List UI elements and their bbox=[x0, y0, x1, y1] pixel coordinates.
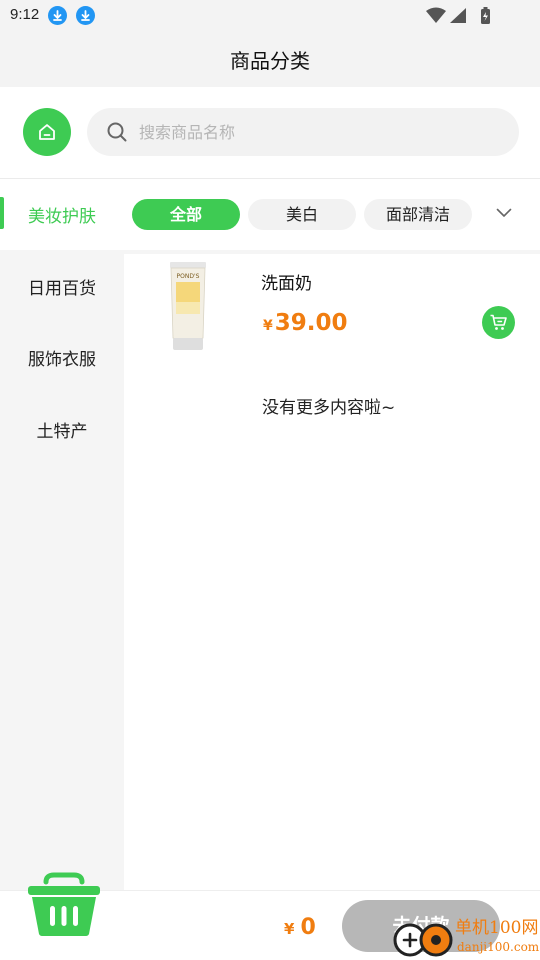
filter-chip-all[interactable]: 全部 bbox=[132, 199, 240, 230]
system-status-icons bbox=[426, 7, 490, 24]
filter-chip-whitening[interactable]: 美白 bbox=[248, 199, 356, 230]
status-time: 9:12 bbox=[10, 6, 40, 23]
category-row: 美妆护肤 全部 美白 面部清洁 bbox=[0, 180, 540, 250]
filter-chip-face-cleansing[interactable]: 面部清洁 bbox=[364, 199, 472, 230]
search-icon bbox=[107, 122, 127, 142]
app-page: 9:12 商品分类 搜索商品名称 美妆护肤 全部 美白 面部清洁 日用百货 服饰… bbox=[0, 0, 540, 960]
product-image[interactable]: POND'S bbox=[168, 262, 208, 350]
product-price: ¥39.00 bbox=[263, 310, 348, 336]
currency-symbol: ¥ bbox=[263, 318, 273, 334]
product-name[interactable]: 洗面奶 bbox=[261, 269, 312, 294]
cart-total: ¥0 bbox=[284, 915, 316, 940]
status-bar: 9:12 bbox=[0, 0, 540, 32]
add-to-cart-button[interactable] bbox=[482, 306, 515, 339]
watermark-logo-icon bbox=[393, 923, 453, 957]
watermark-text: 单机100网 bbox=[455, 918, 539, 938]
product-price-value: 39.00 bbox=[274, 310, 348, 336]
cart-icon bbox=[490, 314, 507, 330]
home-button[interactable] bbox=[23, 108, 71, 156]
sidebar-item-local-specialty[interactable]: 土特产 bbox=[0, 417, 124, 442]
home-icon bbox=[39, 124, 55, 140]
product-brand-text: POND'S bbox=[177, 273, 200, 280]
search-input[interactable] bbox=[139, 108, 499, 156]
shopping-basket-icon[interactable] bbox=[26, 872, 102, 938]
cart-total-value: 0 bbox=[300, 915, 316, 940]
page-title: 商品分类 bbox=[230, 49, 310, 73]
category-sidebar: 日用百货 服饰衣服 土特产 bbox=[0, 254, 124, 890]
product-item[interactable]: POND'S 洗面奶 ¥39.00 bbox=[124, 254, 540, 364]
search-bar[interactable] bbox=[87, 108, 519, 156]
download-notification-icon bbox=[48, 6, 67, 25]
currency-symbol: ¥ bbox=[284, 920, 295, 938]
sidebar-item-clothing[interactable]: 服饰衣服 bbox=[0, 345, 124, 370]
sidebar-item-active[interactable]: 美妆护肤 bbox=[0, 202, 124, 227]
download-notification-icon bbox=[76, 6, 95, 25]
list-end-message: 没有更多内容啦~ bbox=[262, 398, 396, 418]
search-row bbox=[0, 87, 540, 179]
sidebar-item-daily-goods[interactable]: 日用百货 bbox=[0, 274, 124, 299]
chevron-down-icon[interactable] bbox=[496, 208, 512, 218]
title-bar: 商品分类 bbox=[0, 32, 540, 87]
watermark-subtext: danji100.com bbox=[457, 940, 540, 954]
